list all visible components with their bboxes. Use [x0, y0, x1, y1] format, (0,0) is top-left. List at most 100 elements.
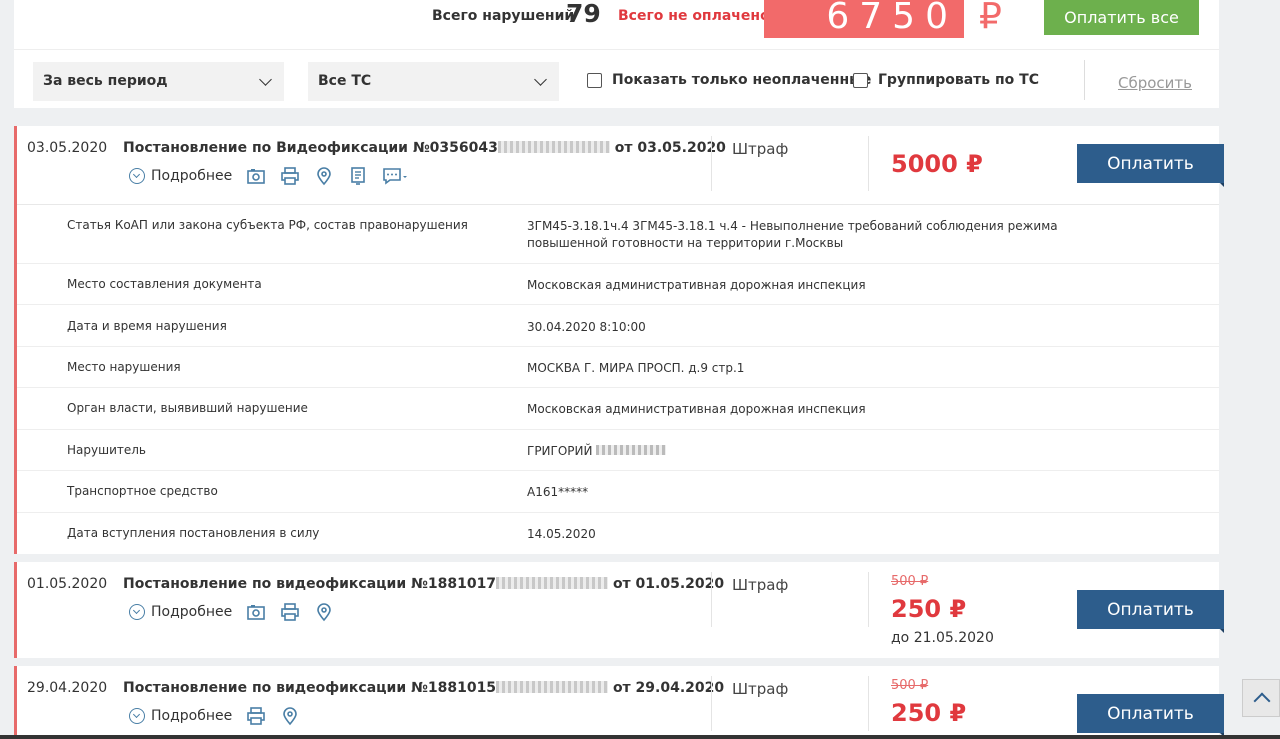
map-pin-icon[interactable]: [314, 166, 334, 186]
detail-key: Транспортное средство: [67, 484, 218, 498]
photo-icon[interactable]: [246, 166, 266, 186]
document-icon[interactable]: [348, 166, 368, 186]
pay-button[interactable]: Оплатить: [1077, 590, 1224, 633]
pay-button[interactable]: Оплатить: [1077, 144, 1224, 187]
total-violations-count: 79: [566, 0, 601, 28]
fine-actions: Подробнее: [129, 602, 348, 622]
fine-type: Штраф: [732, 680, 789, 698]
fine-price: 250 ₽: [891, 595, 967, 623]
scroll-to-top-button[interactable]: [1242, 679, 1280, 717]
fine-title-prefix: Постановление по Видеофиксации №0356043: [123, 140, 498, 156]
detail-key: Дата вступления постановления в силу: [67, 526, 320, 540]
fine-card: 01.05.2020 Постановление по видеофиксаци…: [14, 562, 1224, 658]
fines-page: Всего нарушений 79 Всего не оплачено 675…: [14, 0, 1224, 739]
detail-row: Место составления документа Московская а…: [17, 264, 1219, 305]
print-icon[interactable]: [280, 602, 300, 622]
detail-key: Место составления документа: [67, 277, 262, 291]
fine-title-suffix: от 29.04.2020: [612, 680, 725, 696]
chevron-down-icon: [534, 73, 547, 86]
fine-date: 01.05.2020: [27, 576, 108, 592]
redacted-number: [496, 681, 609, 693]
detail-row: Дата и время нарушения 30.04.2020 8:10:0…: [17, 305, 1219, 347]
vehicle-select[interactable]: Все ТС: [308, 62, 559, 101]
print-icon[interactable]: [280, 166, 300, 186]
detail-key: Дата и время нарушения: [67, 319, 227, 333]
detail-key: Орган власти, выявивший нарушение: [67, 401, 308, 415]
divider: [711, 572, 712, 627]
detail-row: Статья КоАП или закона субъекта РФ, сост…: [17, 205, 1219, 264]
comment-icon[interactable]: [382, 166, 408, 186]
divider: [868, 676, 869, 731]
map-pin-icon[interactable]: [314, 602, 334, 622]
detail-value: 14.05.2020: [527, 527, 596, 541]
unpaid-amount: 6750: [764, 0, 964, 38]
pay-button[interactable]: Оплатить: [1077, 694, 1224, 737]
summary-bar: Всего нарушений 79 Всего не оплачено 675…: [14, 0, 1219, 50]
unpaid-label: Всего не оплачено: [618, 8, 770, 24]
redacted-number: [497, 141, 610, 153]
fine-actions: Подробнее: [129, 166, 422, 186]
checkbox-box[interactable]: [853, 72, 868, 88]
fine-price: 250 ₽: [891, 699, 967, 727]
photo-icon[interactable]: [246, 602, 266, 622]
checkbox-box[interactable]: [587, 72, 602, 88]
redacted-name: [596, 445, 667, 455]
fine-title[interactable]: Постановление по видеофиксации №1881017 …: [123, 576, 724, 592]
fine-title[interactable]: Постановление по Видеофиксации №0356043 …: [123, 140, 726, 156]
filters-bar: За весь период Все ТС Показать только не…: [14, 50, 1219, 108]
map-pin-icon[interactable]: [280, 706, 300, 726]
violator-name: ГРИГОРИЙ: [527, 444, 593, 458]
chevron-circle-icon: [129, 168, 145, 184]
old-price: 500 ₽: [891, 574, 929, 589]
reset-link[interactable]: Сбросить: [1118, 74, 1192, 92]
more-details-toggle[interactable]: Подробнее: [129, 604, 232, 620]
fine-date: 03.05.2020: [27, 140, 108, 156]
only-unpaid-label: Показать только неоплаченные: [612, 72, 872, 88]
fine-price: 5000 ₽: [891, 150, 983, 178]
detail-row: Нарушитель ГРИГОРИЙ: [17, 430, 1219, 471]
divider: [711, 676, 712, 731]
fine-card: 03.05.2020 Постановление по Видеофиксаци…: [14, 126, 1224, 554]
only-unpaid-checkbox[interactable]: Показать только неоплаченные: [587, 72, 871, 88]
group-by-vehicle-checkbox[interactable]: Группировать по ТС: [853, 72, 1039, 88]
more-details-label: Подробнее: [151, 168, 233, 184]
period-select[interactable]: За весь период: [33, 62, 284, 101]
more-details-toggle[interactable]: Подробнее: [129, 168, 232, 184]
divider: [868, 572, 869, 627]
detail-value: Московская административная дорожная инс…: [527, 402, 866, 416]
divider: [1084, 60, 1085, 100]
old-price: 500 ₽: [891, 678, 929, 693]
fine-title-suffix: от 03.05.2020: [614, 140, 726, 156]
divider: [868, 136, 869, 191]
print-icon[interactable]: [246, 706, 266, 726]
detail-row: Орган власти, выявивший нарушение Москов…: [17, 388, 1219, 430]
fine-title[interactable]: Постановление по видеофиксации №1881015 …: [123, 680, 724, 696]
group-by-vehicle-label: Группировать по ТС: [878, 72, 1039, 88]
detail-value: 3ГМ45-3.18.1ч.4 3ГМ45-3.18.1 ч.4 - Невып…: [527, 219, 1058, 250]
chevron-circle-icon: [129, 604, 145, 620]
fine-actions: Подробнее: [129, 706, 314, 726]
fine-details: Статья КоАП или закона субъекта РФ, сост…: [17, 204, 1219, 553]
total-violations-label: Всего нарушений: [432, 8, 575, 24]
discount-due-date: до 21.05.2020: [891, 630, 994, 646]
detail-row: Транспортное средство А161*****: [17, 471, 1219, 513]
detail-row: Место нарушения МОСКВА Г. МИРА ПРОСП. д.…: [17, 347, 1219, 388]
fine-title-prefix: Постановление по видеофиксации №1881017: [123, 576, 497, 592]
redacted-number: [496, 577, 609, 589]
fine-title-prefix: Постановление по видеофиксации №1881015: [123, 680, 497, 696]
chevron-circle-icon: [129, 708, 145, 724]
detail-value: А161*****: [527, 485, 589, 499]
detail-value: 30.04.2020 8:10:00: [527, 320, 646, 334]
detail-key: Место нарушения: [67, 360, 181, 374]
fine-type: Штраф: [732, 576, 789, 594]
window-bottom-edge: [0, 735, 1280, 739]
more-details-label: Подробнее: [151, 708, 233, 724]
fine-type: Штраф: [732, 140, 789, 158]
detail-value: МОСКВА Г. МИРА ПРОСП. д.9 стр.1: [527, 361, 745, 375]
more-details-toggle[interactable]: Подробнее: [129, 708, 232, 724]
pay-all-button[interactable]: Оплатить все: [1044, 0, 1199, 35]
detail-key: Статья КоАП или закона субъекта РФ, сост…: [67, 218, 468, 232]
fine-title-suffix: от 01.05.2020: [612, 576, 725, 592]
vehicle-select-value: Все ТС: [318, 73, 372, 89]
divider: [711, 136, 712, 191]
